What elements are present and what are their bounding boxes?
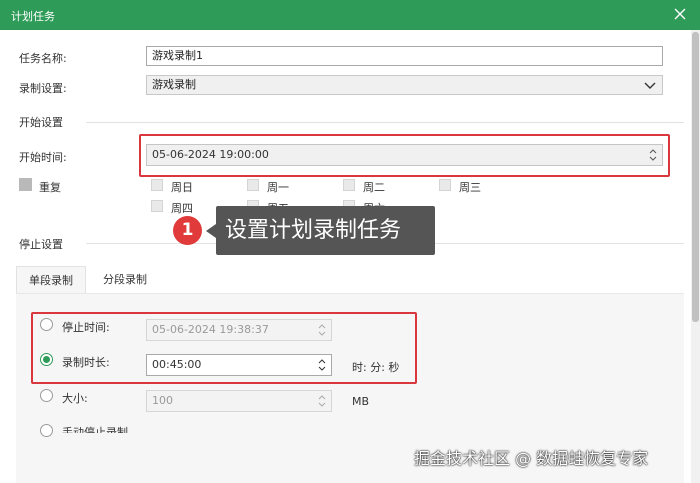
weekday-checkbox[interactable]	[247, 179, 259, 191]
size-unit: MB	[352, 395, 370, 408]
repeat-label: 重复	[39, 181, 61, 194]
title-bar: 计划任务	[0, 0, 700, 30]
scrollbar[interactable]	[691, 30, 700, 483]
chevron-down-icon	[644, 82, 656, 89]
annotation-callout: 设置计划录制任务	[216, 206, 435, 255]
size-radio[interactable]	[40, 389, 53, 402]
record-setting-label: 录制设置:	[19, 82, 67, 95]
start-time-label: 开始时间:	[19, 151, 67, 164]
size-input[interactable]: 100	[146, 390, 332, 412]
window-title: 计划任务	[11, 10, 55, 23]
size-label: 大小:	[62, 392, 88, 405]
weekday-label: 周日	[171, 181, 193, 194]
start-section-label: 开始设置	[19, 116, 63, 129]
weekday-checkbox[interactable]	[439, 179, 451, 191]
task-name-input[interactable]: 游戏录制1	[146, 46, 663, 66]
step-badge: 1	[173, 216, 202, 245]
close-icon[interactable]	[672, 6, 688, 22]
manual-stop-radio[interactable]	[40, 424, 53, 437]
manual-stop-label: 手动停止录制	[62, 426, 128, 433]
callout-pointer	[206, 224, 216, 238]
spin-updown-icon[interactable]	[317, 392, 327, 410]
weekday-label: 周三	[459, 181, 481, 194]
task-name-label: 任务名称:	[19, 52, 67, 65]
start-time-highlight	[139, 134, 670, 177]
scrollbar-thumb[interactable]	[692, 32, 699, 322]
repeat-checkbox[interactable]	[19, 178, 32, 191]
record-setting-select[interactable]: 游戏录制	[146, 75, 663, 95]
start-section-divider	[86, 122, 684, 123]
weekday-label: 周二	[363, 181, 385, 194]
schedule-dialog: 任务名称: 游戏录制1 录制设置: 游戏录制 开始设置 开始时间: 05-06-…	[0, 30, 700, 483]
weekday-checkbox[interactable]	[151, 179, 163, 191]
tab-single-segment[interactable]: 单段录制	[16, 266, 86, 294]
weekday-checkbox[interactable]	[151, 200, 163, 212]
stop-section-label: 停止设置	[19, 238, 63, 251]
weekday-label: 周四	[171, 202, 193, 215]
record-setting-value: 游戏录制	[152, 78, 196, 91]
weekday-label: 周一	[267, 181, 289, 194]
size-value: 100	[152, 394, 173, 407]
weekday-checkbox[interactable]	[343, 179, 355, 191]
stop-options-highlight	[31, 312, 417, 384]
tab-multi-segment[interactable]: 分段录制	[90, 266, 160, 294]
watermark: 掘金技术社区 @ 数据蛙恢复专家	[414, 449, 649, 468]
